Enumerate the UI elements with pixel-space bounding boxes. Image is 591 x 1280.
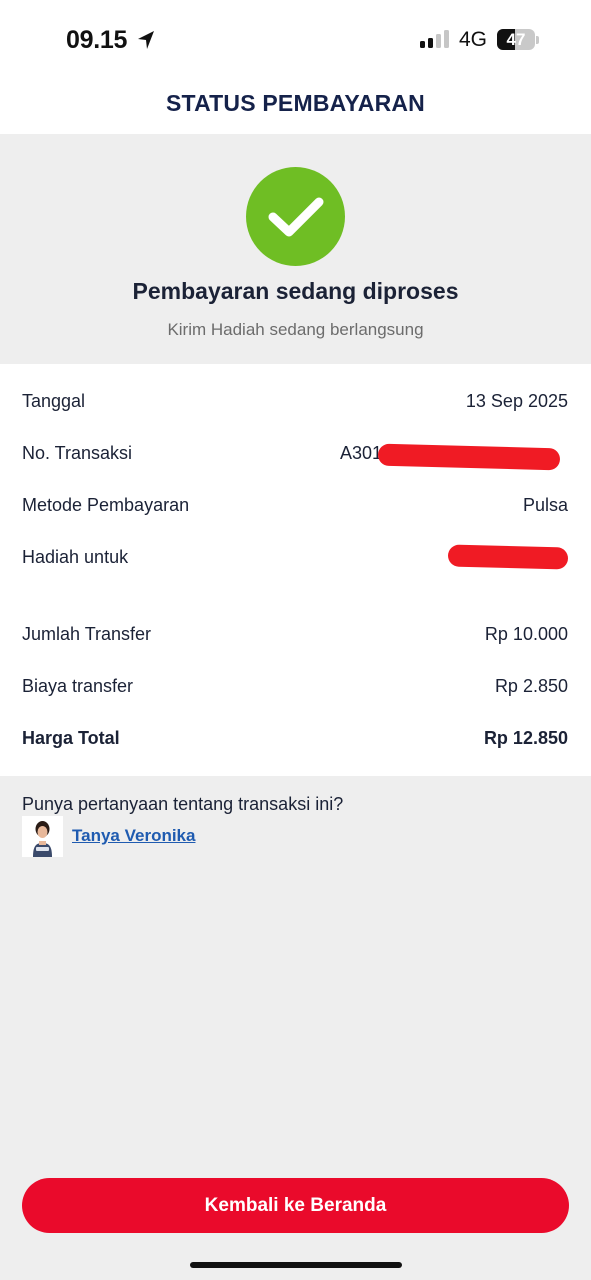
back-to-home-button[interactable]: Kembali ke Beranda bbox=[22, 1178, 569, 1233]
date-label: Tanggal bbox=[22, 390, 86, 411]
detail-row-total: Harga Total Rp 12.850 bbox=[22, 723, 568, 753]
method-value: Pulsa bbox=[522, 494, 568, 515]
date-value: 13 Sep 2025 bbox=[465, 390, 568, 411]
cell-signal-icon bbox=[420, 30, 449, 48]
home-indicator bbox=[190, 1262, 402, 1268]
status-bar: 09.15 4G 47 bbox=[0, 0, 591, 80]
method-label: Metode Pembayaran bbox=[22, 494, 190, 515]
status-title: Pembayaran sedang diproses bbox=[132, 278, 459, 304]
ask-veronika-link[interactable]: Tanya Veronika bbox=[72, 826, 195, 846]
redaction-mark bbox=[447, 544, 569, 570]
transaction-value-wrap: A301 bbox=[340, 443, 568, 470]
redaction-mark bbox=[377, 443, 561, 470]
recipient-label: Hadiah untuk bbox=[22, 546, 129, 567]
success-check-icon bbox=[246, 167, 345, 266]
status-subtitle: Kirim Hadiah sedang berlangsung bbox=[167, 320, 424, 339]
page-title: STATUS PEMBAYARAN bbox=[166, 90, 425, 116]
amount-label: Jumlah Transfer bbox=[22, 623, 152, 644]
transaction-details: Tanggal 13 Sep 2025 No. Transaksi A301 M… bbox=[0, 364, 591, 776]
location-arrow-icon bbox=[138, 31, 154, 49]
transaction-label: No. Transaksi bbox=[22, 442, 133, 463]
total-value: Rp 12.850 bbox=[483, 727, 568, 748]
detail-row-fee: Biaya transfer Rp 2.850 bbox=[22, 671, 568, 701]
amount-value: Rp 10.000 bbox=[484, 623, 568, 644]
detail-row-recipient: Hadiah untuk bbox=[22, 542, 569, 572]
status-hero: Pembayaran sedang diproses Kirim Hadiah … bbox=[0, 134, 591, 364]
detail-row-date: Tanggal 13 Sep 2025 bbox=[22, 386, 568, 416]
detail-row-amount: Jumlah Transfer Rp 10.000 bbox=[22, 619, 568, 649]
recipient-value-wrap bbox=[447, 544, 569, 570]
total-label: Harga Total bbox=[22, 727, 120, 748]
page-header: STATUS PEMBAYARAN bbox=[0, 80, 591, 134]
detail-row-method: Metode Pembayaran Pulsa bbox=[22, 490, 568, 520]
battery-tip bbox=[536, 36, 539, 44]
check-icon bbox=[268, 197, 324, 237]
network-type: 4G bbox=[459, 28, 488, 51]
fee-value: Rp 2.850 bbox=[494, 675, 568, 696]
fee-label: Biaya transfer bbox=[22, 675, 134, 696]
status-time: 09.15 bbox=[66, 26, 128, 54]
help-question: Punya pertanyaan tentang transaksi ini? bbox=[22, 794, 344, 814]
detail-row-transaction: No. Transaksi A301 bbox=[22, 438, 568, 470]
veronika-avatar-icon[interactable] bbox=[22, 816, 63, 857]
battery-icon: 47 bbox=[497, 29, 535, 50]
battery-level: 47 bbox=[506, 30, 526, 49]
